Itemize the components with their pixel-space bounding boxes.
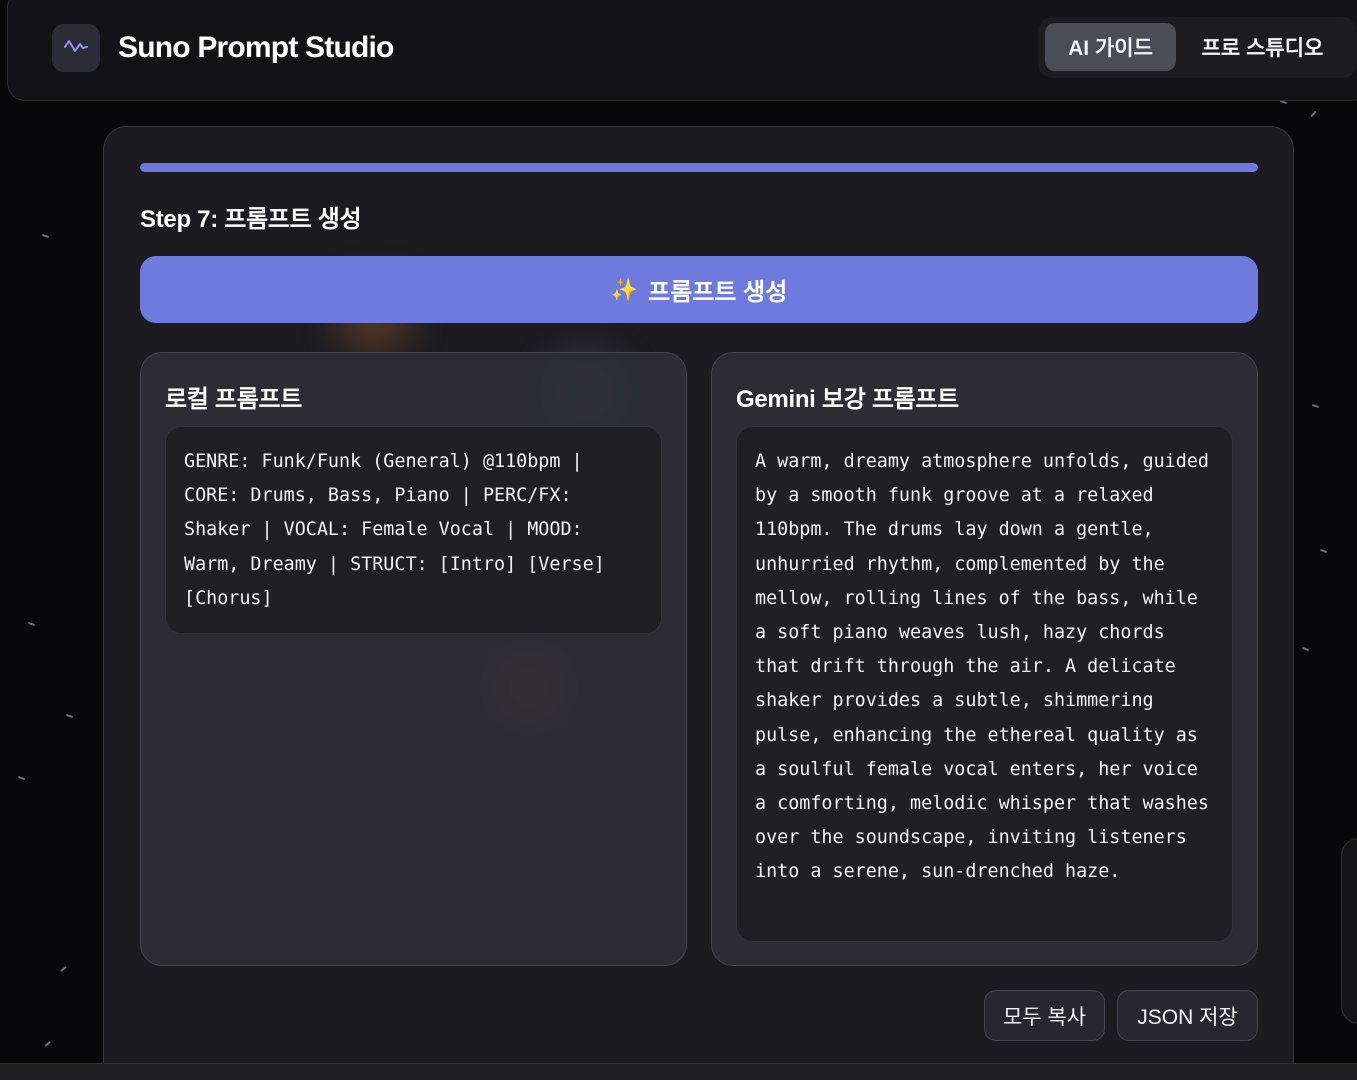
waveform-icon <box>64 38 88 59</box>
star-speck <box>41 233 50 239</box>
bottom-bar <box>0 1063 1357 1080</box>
generate-prompt-label: 프롬프트 생성 <box>648 279 788 306</box>
local-prompt-panel: 로컬 프롬프트 GENRE: Funk/Funk (General) @110b… <box>140 352 687 966</box>
gemini-prompt-text[interactable]: A warm, dreamy atmosphere unfolds, guide… <box>736 426 1233 942</box>
star-speck <box>65 713 74 719</box>
star-speck <box>1301 646 1310 652</box>
side-drawer-handle[interactable] <box>1341 838 1357 1024</box>
star-speck <box>1319 548 1328 554</box>
local-prompt-text[interactable]: GENRE: Funk/Funk (General) @110bpm | COR… <box>165 426 662 634</box>
sparkles-icon: ✨ <box>610 276 639 302</box>
app-root: Suno Prompt Studio AI 가이드 프로 스튜디오 Step 7… <box>0 0 1357 1080</box>
star-speck <box>1310 110 1317 118</box>
tab-ai-guide[interactable]: AI 가이드 <box>1045 23 1176 71</box>
progress-fill <box>140 163 1258 172</box>
star-speck <box>17 775 26 781</box>
star-speck <box>27 621 36 627</box>
star-speck <box>44 1040 51 1048</box>
local-prompt-title: 로컬 프롬프트 <box>165 386 303 413</box>
gemini-prompt-panel: Gemini 보강 프롬프트 A warm, dreamy atmosphere… <box>711 352 1258 966</box>
gemini-prompt-title: Gemini 보강 프롬프트 <box>736 386 959 413</box>
star-speck <box>1311 403 1320 409</box>
tab-pro-studio[interactable]: 프로 스튜디오 <box>1184 23 1341 71</box>
star-speck <box>60 965 67 973</box>
mode-switch: AI 가이드 프로 스튜디오 <box>1038 17 1357 78</box>
save-json-button[interactable]: JSON 저장 <box>1117 990 1258 1041</box>
copy-all-button[interactable]: 모두 복사 <box>984 990 1105 1041</box>
wizard-card: Step 7: 프롬프트 생성 ✨ 프롬프트 생성 로컬 프롬프트 GENRE:… <box>103 126 1294 1080</box>
app-logo[interactable] <box>52 24 100 72</box>
app-title: Suno Prompt Studio <box>118 31 394 64</box>
generate-prompt-button[interactable]: ✨ 프롬프트 생성 <box>140 256 1258 323</box>
step-title: Step 7: 프롬프트 생성 <box>140 206 362 233</box>
progress-bar <box>140 163 1258 172</box>
